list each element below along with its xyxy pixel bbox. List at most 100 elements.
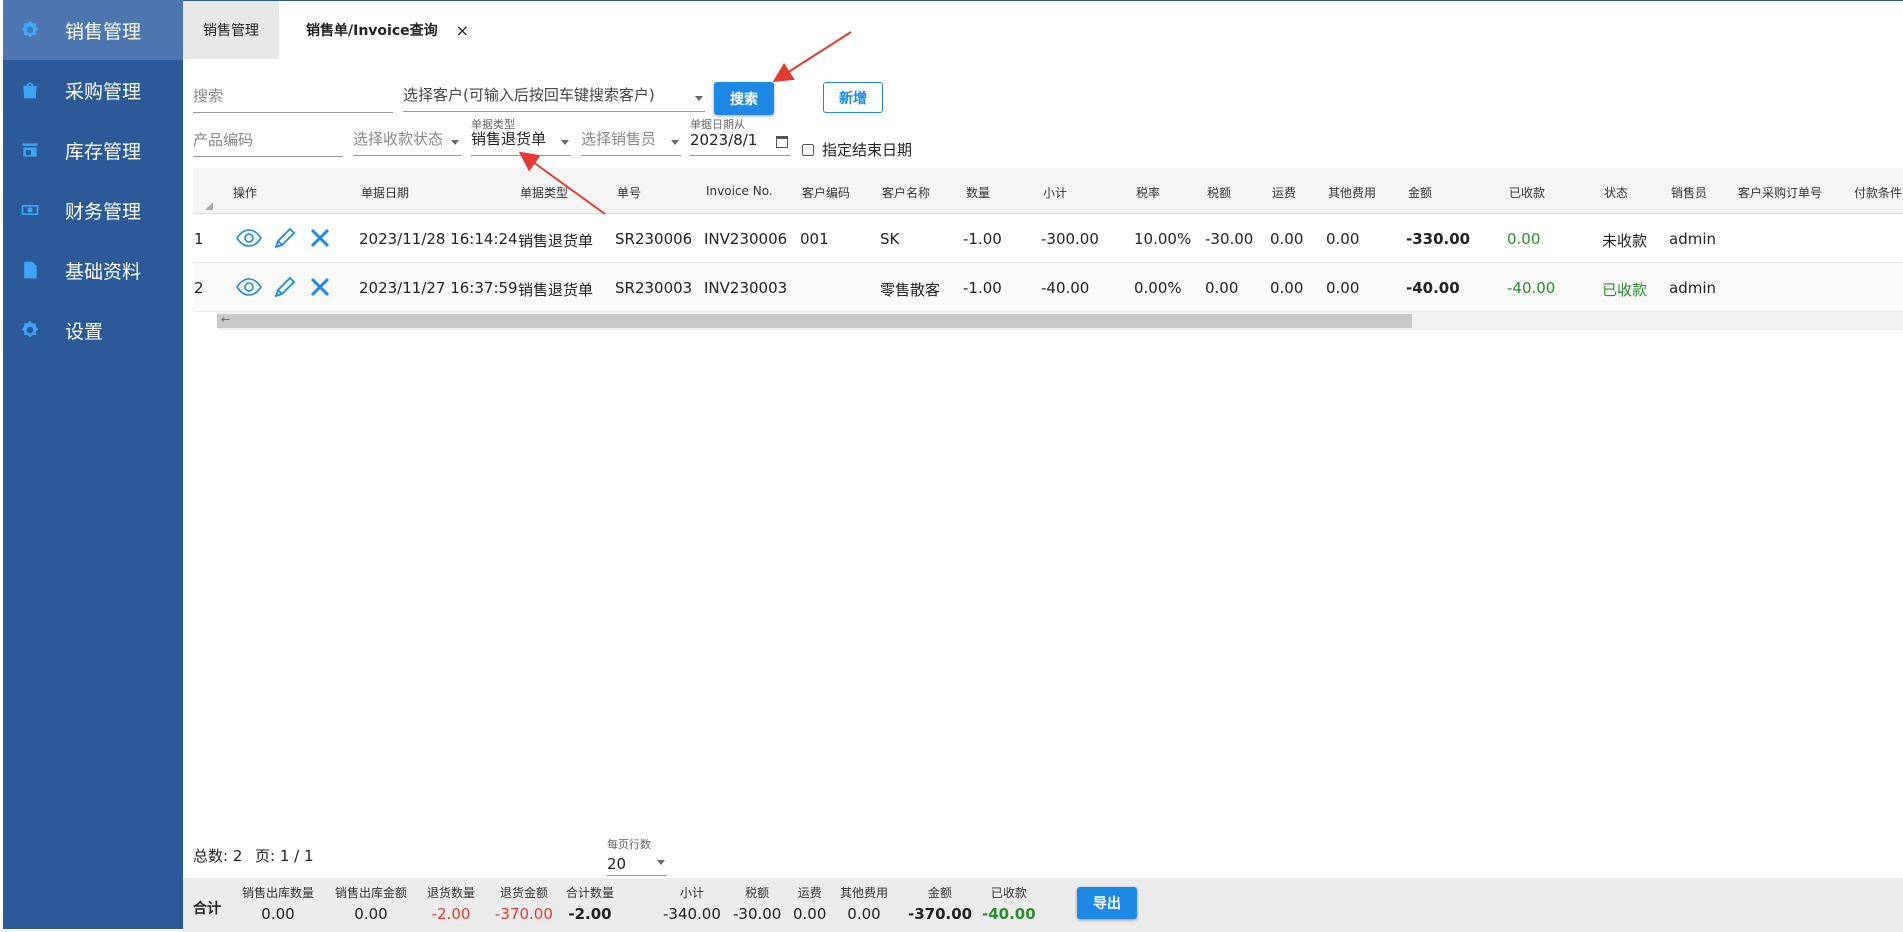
col-header[interactable]: 客户采购订单号 <box>1738 184 1822 201</box>
horizontal-scrollbar[interactable]: ← <box>217 312 1903 330</box>
total-label: 合计 <box>193 901 221 917</box>
col-header[interactable]: 运费 <box>1272 184 1296 201</box>
col-header[interactable]: 其他费用 <box>1328 184 1376 201</box>
cell-no: SR230003 <box>615 279 693 297</box>
doc-type-select[interactable]: 单据类型 销售退货单 <box>471 118 571 156</box>
tab-label: 销售管理 <box>203 23 259 39</box>
search-button[interactable]: 搜索 <box>714 82 774 115</box>
settings-icon <box>19 319 41 341</box>
sidebar-item-label: 采购管理 <box>65 80 142 103</box>
col-header[interactable]: 税率 <box>1136 184 1160 201</box>
sidebar-item-sales[interactable]: 销售管理 <box>3 0 183 60</box>
summary-item: 其他费用 0.00 <box>840 886 889 923</box>
cell-sales: admin <box>1669 230 1716 248</box>
table-row[interactable]: 2 2023/11/27 16:37:59 销售退货单 SR230003 INV… <box>193 263 1903 312</box>
summary-item: 已收款 -40.00 <box>982 886 1036 923</box>
delete-x-icon[interactable] <box>306 224 334 252</box>
col-header[interactable]: 销售员 <box>1671 184 1707 201</box>
document-icon <box>19 259 41 281</box>
salesperson-select[interactable]: 选择销售员 <box>581 126 681 156</box>
cell-type: 销售退货单 <box>518 281 594 299</box>
col-header[interactable]: 单据日期 <box>361 184 409 201</box>
tab-invoice-query[interactable]: 销售单/Invoice查询 × <box>279 1 492 59</box>
sidebar: 销售管理 采购管理 库存管理 财务管理 基础资料 设置 <box>3 0 183 929</box>
sidebar-item-basic-data[interactable]: 基础资料 <box>3 240 183 300</box>
edit-pencil-icon[interactable] <box>271 224 299 252</box>
col-header[interactable]: 单号 <box>617 184 641 201</box>
cell-invoice: INV230006 <box>704 230 788 248</box>
store-icon <box>19 139 41 161</box>
col-header[interactable]: 客户编码 <box>802 184 850 201</box>
sidebar-item-label: 设置 <box>65 320 104 343</box>
payment-status-select[interactable]: 选择收款状态 <box>353 126 461 156</box>
edit-pencil-icon[interactable] <box>271 273 299 301</box>
sidebar-item-finance[interactable]: 财务管理 <box>3 180 183 240</box>
sidebar-item-label: 库存管理 <box>65 140 142 163</box>
view-eye-icon[interactable] <box>235 273 263 301</box>
summary-item: 退货金额 -370.00 <box>495 886 553 923</box>
cell-tax: 0.00 <box>1205 279 1239 297</box>
cell-tax: -30.00 <box>1205 230 1254 248</box>
summary-item: 销售出库数量 0.00 <box>242 886 315 923</box>
col-header[interactable]: Invoice No. <box>706 184 773 198</box>
summary-item: 小计 -340.00 <box>663 886 721 923</box>
corner-resize-icon <box>205 202 213 210</box>
cell-subtotal: -300.00 <box>1041 230 1099 248</box>
cell-qty: -1.00 <box>963 279 1002 297</box>
col-header[interactable]: 已收款 <box>1509 184 1545 201</box>
col-header[interactable]: 单据类型 <box>520 184 568 201</box>
sidebar-item-label: 财务管理 <box>65 200 142 223</box>
cell-no: SR230006 <box>615 230 693 248</box>
cell-type: 销售退货单 <box>518 232 594 250</box>
delete-x-icon[interactable] <box>306 273 334 301</box>
cell-date: 2023/11/27 16:37:59 <box>359 279 518 297</box>
tab-label: 销售单/Invoice查询 <box>306 23 438 39</box>
sidebar-item-inventory[interactable]: 库存管理 <box>3 120 183 180</box>
search-input[interactable]: 搜索 <box>193 83 393 113</box>
cell-other: 0.00 <box>1326 279 1360 297</box>
export-button[interactable]: 导出 <box>1077 887 1137 919</box>
cell-freight: 0.00 <box>1270 279 1304 297</box>
col-header[interactable]: 状态 <box>1604 184 1628 201</box>
view-eye-icon[interactable] <box>235 224 263 252</box>
cell-received: -40.00 <box>1507 279 1556 297</box>
cell-status: 未收款 <box>1602 232 1648 250</box>
add-button[interactable]: 新增 <box>823 82 883 113</box>
calendar-icon[interactable] <box>776 136 788 148</box>
product-code-input[interactable]: 产品编码 <box>193 127 343 157</box>
summary-item: 退货数量 -2.00 <box>427 886 476 923</box>
summary-item: 金额 -370.00 <box>908 886 973 923</box>
page-indicator: 页: 1 / 1 <box>255 847 314 865</box>
end-date-checkbox[interactable]: 指定结束日期 <box>802 139 912 160</box>
tab-sales-management[interactable]: 销售管理 <box>183 1 279 59</box>
col-header[interactable]: 金额 <box>1408 184 1432 201</box>
cell-amount: -40.00 <box>1406 279 1460 297</box>
chevron-down-icon <box>695 96 703 101</box>
close-icon[interactable]: × <box>456 21 469 40</box>
checkbox-box[interactable] <box>802 143 814 156</box>
col-header[interactable]: 小计 <box>1043 184 1067 201</box>
col-header: 操作 <box>233 186 258 200</box>
col-header[interactable]: 客户名称 <box>882 184 930 201</box>
scroll-left-arrow[interactable]: ← <box>221 313 230 326</box>
sidebar-item-label: 基础资料 <box>65 260 142 283</box>
cell-sales: admin <box>1669 279 1716 297</box>
col-header[interactable]: 数量 <box>966 184 990 201</box>
gear-icon <box>19 19 41 41</box>
scrollbar-thumb[interactable] <box>217 314 1412 328</box>
date-from-input[interactable]: 单据日期从 2023/8/1 <box>690 118 790 156</box>
col-header[interactable]: 税额 <box>1207 184 1231 201</box>
customer-select[interactable]: 选择客户(可输入后按回车键搜索客户) <box>403 82 705 112</box>
cell-amount: -330.00 <box>1406 230 1471 248</box>
sidebar-item-purchase[interactable]: 采购管理 <box>3 60 183 120</box>
table-row[interactable]: 1 2023/11/28 16:14:24 销售退货单 SR230006 INV… <box>193 214 1903 263</box>
invoice-table: 操作 单据日期 单据类型 单号 Invoice No. 客户编码 客户名称 数量… <box>193 168 1903 330</box>
tab-bar: 销售管理 销售单/Invoice查询 × <box>183 0 1903 60</box>
cell-cust-code: 001 <box>800 230 829 248</box>
col-header[interactable]: 付款条件 <box>1854 184 1902 201</box>
chevron-down-icon <box>657 860 665 865</box>
rows-per-page-select[interactable]: 每页行数 20 <box>607 836 667 876</box>
cell-received: 0.00 <box>1507 230 1541 248</box>
row-index: 2 <box>194 279 204 297</box>
sidebar-item-settings[interactable]: 设置 <box>3 300 183 360</box>
